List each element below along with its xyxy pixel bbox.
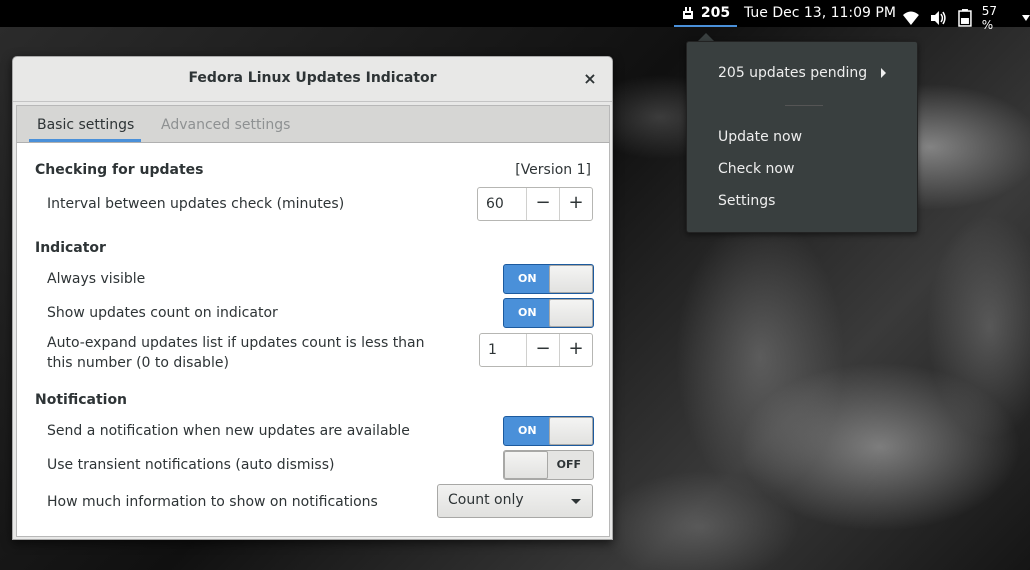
show-count-state: ON <box>518 306 537 319</box>
battery-percent: 57 % <box>981 4 997 32</box>
volume-icon <box>930 11 946 25</box>
wifi-icon <box>902 11 919 25</box>
interval-decrement-button[interactable]: − <box>526 188 559 220</box>
dialog-titlebar[interactable]: Fedora Linux Updates Indicator × <box>13 57 612 102</box>
section-checking-updates: Checking for updates <box>35 162 204 178</box>
always-visible-state: ON <box>518 272 537 285</box>
interval-spinbutton[interactable]: 60 − + <box>477 187 593 221</box>
settings-panel: Checking for updates [Version 1] Interva… <box>16 143 610 537</box>
switch-knob <box>549 265 593 293</box>
interval-value[interactable]: 60 <box>478 188 526 220</box>
switch-knob <box>549 299 593 327</box>
info-level-value: Count only <box>448 492 524 508</box>
auto-expand-decrement-button[interactable]: − <box>526 334 559 366</box>
check-now-item[interactable]: Check now <box>718 161 794 177</box>
switch-knob <box>549 417 593 445</box>
section-indicator: Indicator <box>35 240 106 256</box>
auto-expand-label: Auto-expand updates list if updates coun… <box>47 335 425 371</box>
updates-indicator[interactable]: 205 <box>674 0 737 27</box>
show-count-label: Show updates count on indicator <box>47 305 278 321</box>
send-notification-state: ON <box>518 424 537 437</box>
submenu-arrow-icon <box>881 68 886 78</box>
battery-icon <box>958 9 972 27</box>
auto-expand-spinbutton[interactable]: 1 − + <box>479 333 593 367</box>
send-notification-label: Send a notification when new updates are… <box>47 423 410 439</box>
interval-label: Interval between updates check (minutes) <box>47 196 345 212</box>
info-level-label: How much information to show on notifica… <box>47 494 378 510</box>
transient-state: OFF <box>556 458 581 471</box>
active-tab-indicator <box>29 139 141 142</box>
always-visible-switch[interactable]: ON <box>503 264 594 294</box>
tab-bar: Basic settings Advanced settings <box>16 105 610 143</box>
dropdown-arrow-icon <box>571 499 581 504</box>
updates-pending-item[interactable]: 205 updates pending <box>718 65 867 81</box>
updates-count: 205 <box>700 4 731 21</box>
close-button[interactable]: × <box>579 68 601 90</box>
clock[interactable]: Tue Dec 13, 11:09 PM <box>744 5 896 21</box>
interval-increment-button[interactable]: + <box>559 188 592 220</box>
version-label: [Version 1] <box>515 162 591 178</box>
top-bar: 205 Tue Dec 13, 11:09 PM 57 % <box>0 0 1030 32</box>
auto-expand-increment-button[interactable]: + <box>559 334 592 366</box>
menu-separator <box>785 105 823 106</box>
update-now-item[interactable]: Update now <box>718 129 802 145</box>
send-notification-switch[interactable]: ON <box>503 416 594 446</box>
tab-advanced-settings[interactable]: Advanced settings <box>161 117 290 133</box>
updates-icon <box>682 6 693 19</box>
transient-label: Use transient notifications (auto dismis… <box>47 457 335 473</box>
system-status-area[interactable]: 57 % <box>902 4 1030 32</box>
settings-dialog: Fedora Linux Updates Indicator × Basic s… <box>12 56 613 540</box>
section-notification: Notification <box>35 392 128 408</box>
show-count-switch[interactable]: ON <box>503 298 594 328</box>
tab-basic-settings[interactable]: Basic settings <box>37 117 134 133</box>
auto-expand-value[interactable]: 1 <box>480 334 526 366</box>
dialog-title: Fedora Linux Updates Indicator <box>188 70 437 86</box>
updates-menu: 205 updates pending Update now Check now… <box>686 41 918 233</box>
info-level-dropdown[interactable]: Count only <box>437 484 593 518</box>
settings-item[interactable]: Settings <box>718 193 775 209</box>
switch-knob <box>504 451 548 479</box>
transient-switch[interactable]: OFF <box>503 450 594 480</box>
menu-arrow-icon <box>1022 15 1030 21</box>
always-visible-label: Always visible <box>47 271 146 287</box>
